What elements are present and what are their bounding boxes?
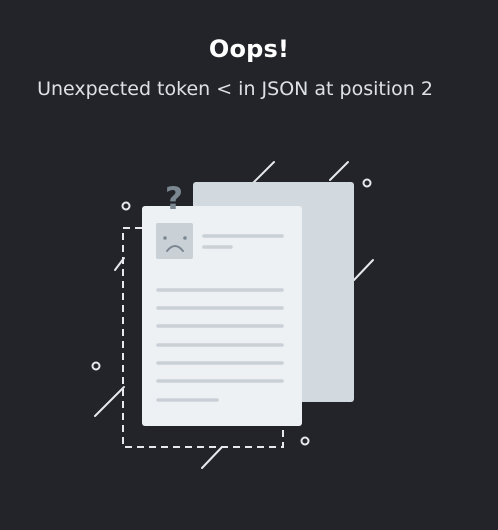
broken-document-icon: ? — [91, 161, 374, 469]
sad-face-icon — [156, 223, 193, 259]
question-mark-icon: ? — [165, 181, 183, 217]
error-page: Oops! Unexpected token < in JSON at posi… — [0, 0, 498, 530]
